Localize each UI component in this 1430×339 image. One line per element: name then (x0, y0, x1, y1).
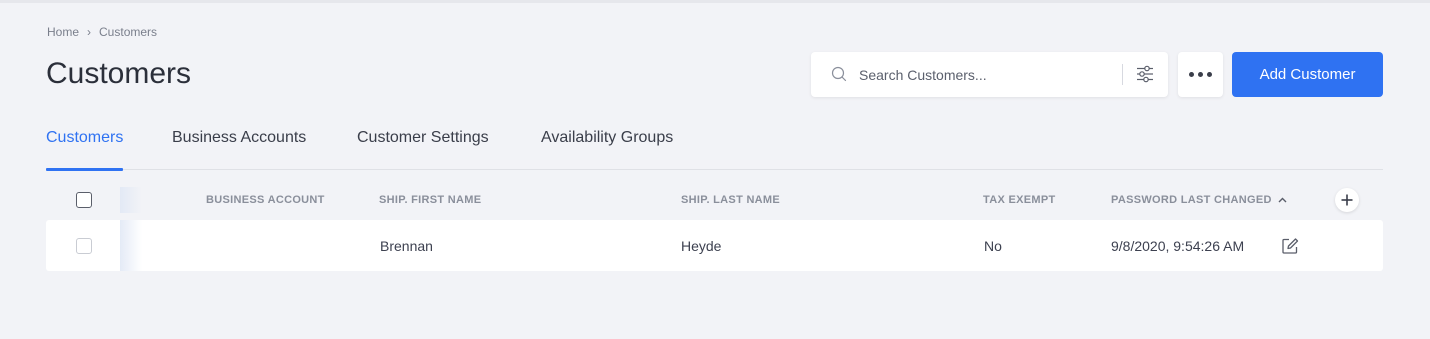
search-input[interactable] (859, 64, 1109, 86)
more-dot (1198, 72, 1203, 77)
row-checkbox[interactable] (76, 238, 92, 254)
more-dot (1207, 72, 1212, 77)
more-horizontal-icon (1189, 72, 1194, 77)
chevron-right-icon: › (87, 25, 92, 39)
add-column-button[interactable] (1335, 188, 1359, 212)
search-box (811, 52, 1168, 97)
breadcrumb: Home › Customers (47, 25, 157, 39)
column-shadow (120, 187, 142, 213)
select-all-checkbox[interactable] (76, 192, 92, 208)
cell-tax-exempt: No (984, 238, 1002, 254)
tab-bar: Customers Business Accounts Customer Set… (46, 119, 1383, 171)
sort-ascending-icon (1278, 197, 1287, 203)
column-header-ship-first-name[interactable]: SHIP. FIRST NAME (379, 194, 481, 206)
tab-availability-groups[interactable]: Availability Groups (541, 129, 673, 170)
table-header: BUSINESS ACCOUNT SHIP. FIRST NAME SHIP. … (46, 183, 1383, 217)
page-title: Customers (46, 57, 192, 90)
column-header-password-last-changed[interactable]: PASSWORD LAST CHANGED (1111, 194, 1287, 206)
column-header-business-account[interactable]: BUSINESS ACCOUNT (206, 194, 325, 206)
edit-icon[interactable] (1281, 237, 1299, 260)
add-customer-button[interactable]: Add Customer (1232, 52, 1383, 97)
tab-customer-settings[interactable]: Customer Settings (357, 129, 489, 170)
breadcrumb-home[interactable]: Home (47, 25, 79, 39)
cell-ship-last-name: Heyde (681, 238, 722, 254)
breadcrumb-current: Customers (99, 25, 158, 39)
filter-sliders-icon[interactable] (1136, 65, 1154, 88)
column-header-label: PASSWORD LAST CHANGED (1111, 194, 1272, 206)
search-divider (1122, 64, 1123, 85)
column-header-tax-exempt[interactable]: TAX EXEMPT (983, 194, 1055, 206)
column-shadow (120, 220, 142, 271)
cell-password-last-changed: 9/8/2020, 9:54:26 AM (1111, 238, 1245, 254)
tab-customers[interactable]: Customers (46, 129, 124, 171)
tab-business-accounts[interactable]: Business Accounts (172, 129, 306, 170)
more-options-button[interactable] (1178, 52, 1223, 97)
table-row[interactable]: Brennan Heyde No 9/8/2020, 9:54:26 AM (46, 220, 1383, 271)
search-icon (831, 66, 847, 87)
plus-icon (1341, 194, 1353, 206)
column-header-ship-last-name[interactable]: SHIP. LAST NAME (681, 194, 780, 206)
cell-ship-first-name: Brennan (380, 238, 433, 254)
